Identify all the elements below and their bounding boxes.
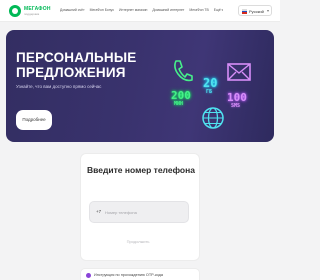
otp-instruction-link[interactable]: Инструкция по прохождению OTP-кода [80, 268, 200, 280]
hero-details-button[interactable]: Подробнее [16, 110, 52, 130]
nav-item-shop[interactable]: Интернет магазин [119, 8, 147, 12]
login-title: Введите номер телефона [87, 165, 195, 175]
globe-icon [202, 107, 224, 129]
minutes-label: МИН [174, 101, 184, 107]
minutes-value: 200 [171, 89, 191, 102]
country-code: +7 [96, 209, 102, 214]
nav-item-bonus[interactable]: МегаФон Бонус [90, 8, 114, 12]
language-label: Русский [249, 8, 264, 14]
russia-flag-icon [242, 9, 247, 14]
nav-item-home-internet[interactable]: Домашний интернет [152, 8, 184, 12]
phone-icon [174, 60, 193, 82]
continue-button[interactable]: Продолжить [108, 234, 168, 250]
nav-item-more[interactable]: Ещё [214, 8, 223, 12]
phone-input[interactable] [105, 207, 185, 218]
top-bar: МЕГАФОН поддержка Домашний счёт МегаФон … [0, 0, 280, 22]
sms-label: SMS [231, 103, 241, 109]
mail-icon [227, 63, 251, 81]
hero-subtitle: Узнайте, что вам доступно прямо сейчас [16, 84, 102, 89]
nav-item-tv[interactable]: МегаФон ТВ [189, 8, 208, 12]
hero-banner: ПЕРСОНАЛЬНЫЕ ПРЕДЛОЖЕНИЯ Узнайте, что ва… [6, 30, 274, 142]
phone-login-card: Введите номер телефона +7 Продолжить [80, 153, 200, 261]
sms-value: 100 [227, 91, 247, 104]
megafon-logo-icon[interactable] [9, 5, 21, 17]
chevron-down-icon: ▾ [266, 8, 269, 13]
gigabytes-label: ГБ [206, 89, 213, 95]
otp-instruction-text: Инструкция по прохождению OTP-кода [94, 273, 163, 277]
brand-subtitle: поддержка [24, 12, 40, 16]
phone-field[interactable]: +7 [89, 201, 189, 223]
hero-title: ПЕРСОНАЛЬНЫЕ ПРЕДЛОЖЕНИЯ [16, 50, 137, 80]
main-nav: Домашний счёт МегаФон Бонус Интернет маг… [60, 8, 223, 12]
info-icon [86, 273, 91, 278]
language-select[interactable]: Русский ▾ [238, 5, 272, 16]
nav-item-home-account[interactable]: Домашний счёт [60, 8, 85, 12]
gigabytes-value: 20 [203, 76, 218, 90]
